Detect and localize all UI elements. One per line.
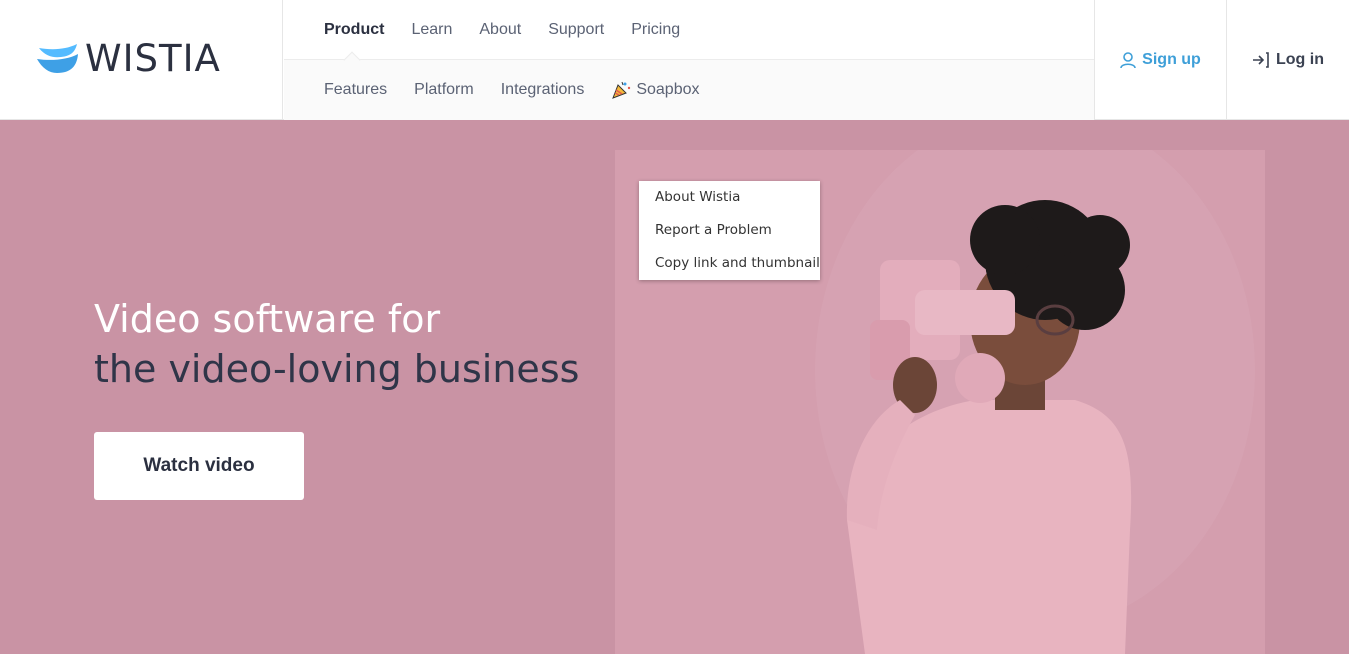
subnav-platform[interactable]: Platform bbox=[414, 81, 474, 99]
nav-sub-row: Features Platform Integrations Soapbox bbox=[284, 60, 1094, 120]
subnav-features[interactable]: Features bbox=[324, 81, 387, 99]
watch-video-button[interactable]: Watch video bbox=[94, 432, 304, 500]
wistia-mark-icon bbox=[37, 44, 78, 73]
video-context-menu: About Wistia Report a Problem Copy link … bbox=[639, 181, 820, 280]
nav-top-row: Product Learn About Support Pricing bbox=[284, 0, 1094, 69]
login-button[interactable]: Log in bbox=[1227, 0, 1349, 120]
party-popper-icon bbox=[612, 81, 631, 99]
ctx-copy-link[interactable]: Copy link and thumbnail bbox=[639, 252, 820, 285]
wistia-logo[interactable]: WISTIA bbox=[37, 37, 221, 80]
login-arrow-icon bbox=[1253, 52, 1269, 68]
user-icon bbox=[1120, 51, 1136, 68]
signup-button[interactable]: Sign up bbox=[1094, 0, 1227, 120]
main-nav: Product Learn About Support Pricing Feat… bbox=[284, 0, 1094, 120]
logo-wordmark: WISTIA bbox=[85, 37, 221, 80]
login-label: Log in bbox=[1276, 51, 1324, 68]
ctx-report-problem[interactable]: Report a Problem bbox=[639, 219, 820, 252]
site-header: WISTIA Product Learn About Support Prici… bbox=[0, 0, 1349, 120]
nav-product[interactable]: Product bbox=[324, 21, 384, 39]
nav-pricing[interactable]: Pricing bbox=[631, 21, 680, 39]
subnav-soapbox[interactable]: Soapbox bbox=[611, 80, 700, 100]
subnav-integrations[interactable]: Integrations bbox=[501, 81, 585, 99]
hero-headline: Video software for the video-loving busi… bbox=[94, 294, 579, 394]
logo-cell: WISTIA bbox=[0, 0, 283, 120]
ctx-about-wistia[interactable]: About Wistia bbox=[639, 186, 820, 219]
nav-learn[interactable]: Learn bbox=[411, 21, 452, 39]
nav-support[interactable]: Support bbox=[548, 21, 604, 39]
nav-about[interactable]: About bbox=[479, 21, 521, 39]
headline-line-2: the video-loving business bbox=[94, 347, 580, 391]
headline-line-1: Video software for bbox=[94, 297, 441, 341]
soapbox-label: Soapbox bbox=[636, 81, 700, 98]
signup-label: Sign up bbox=[1142, 51, 1201, 68]
